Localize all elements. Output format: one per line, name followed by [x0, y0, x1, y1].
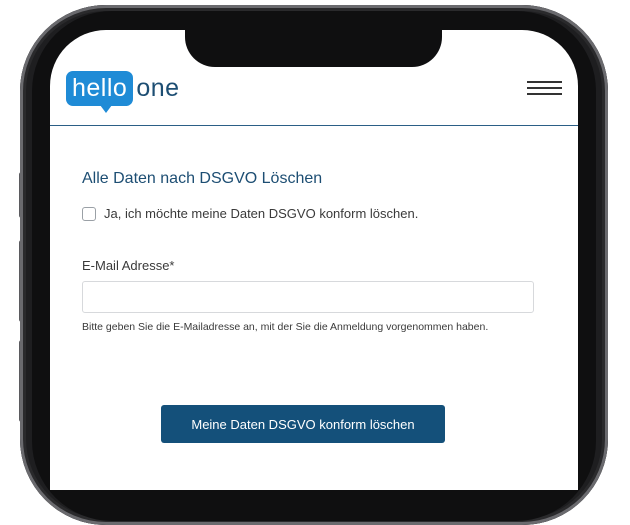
consent-checkbox[interactable] [82, 206, 96, 221]
menu-line [527, 81, 562, 83]
brand-logo[interactable]: hello one [66, 68, 180, 113]
logo-bubble: hello [66, 70, 134, 113]
hamburger-menu-icon[interactable] [527, 81, 562, 95]
email-field[interactable] [82, 281, 534, 313]
email-label: E-Mail Adresse* [82, 258, 175, 273]
delete-data-button[interactable]: Meine Daten DSGVO konform löschen [161, 405, 445, 443]
menu-line [527, 87, 562, 89]
phone-notch [185, 27, 442, 67]
logo-text: one [136, 73, 180, 102]
consent-option[interactable]: Ja, ich möchte meine Daten DSGVO konform… [82, 206, 418, 221]
email-help-text: Bitte geben Sie die E-Mailadresse an, mi… [82, 321, 489, 333]
phone-screen: hello one Alle Daten nach DSGVO Löschen … [50, 30, 578, 490]
menu-line [527, 93, 562, 95]
page-title: Alle Daten nach DSGVO Löschen [82, 170, 323, 187]
consent-label: Ja, ich möchte meine Daten DSGVO konform… [104, 206, 419, 221]
